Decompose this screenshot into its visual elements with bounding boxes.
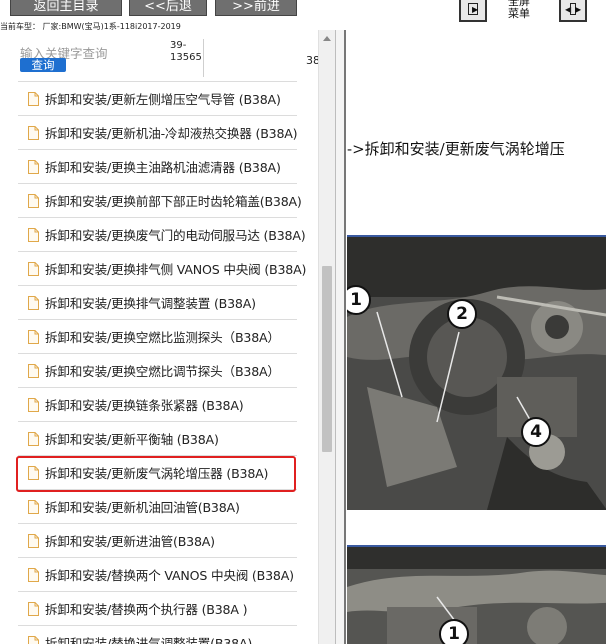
list-item[interactable]: 拆卸和安装/更新左侧增压空气导管 (B38A): [18, 81, 297, 116]
scrollbar[interactable]: [318, 30, 335, 644]
document-icon: [28, 431, 39, 446]
document-icon: [28, 363, 39, 378]
full-menu-label[interactable]: 全屏 菜单: [502, 0, 536, 20]
list-item-label: 拆卸和安装/更换空燃比调节探头（B38A）: [45, 364, 280, 379]
code-label-line1: 39-: [170, 40, 187, 51]
document-icon: [28, 227, 39, 242]
list-item-label: 拆卸和安装/更新机油-冷却液热交换器 (B38A): [45, 126, 298, 141]
list-item-label: 拆卸和安装/更新平衡轴 (B38A): [45, 432, 219, 447]
back-button[interactable]: <<后退: [129, 0, 207, 16]
document-icon: [28, 91, 39, 106]
list-item-label: 拆卸和安装/更换空燃比监测探头（B38A）: [45, 330, 280, 345]
list-item-label: 拆卸和安装/更换排气调整装置 (B38A): [45, 296, 256, 311]
document-icon: [28, 261, 39, 276]
engine-photo-image: [347, 237, 606, 510]
list-item[interactable]: 拆卸和安装/更新平衡轴 (B38A): [18, 422, 297, 456]
scrollbar-thumb[interactable]: [322, 266, 332, 452]
list-item-label: 拆卸和安装/更换废气门的电动伺服马达 (B38A): [45, 228, 306, 243]
scroll-up-icon[interactable]: [323, 36, 331, 41]
car-model-info: 当前车型： 厂家:BMW(宝马)1系-118i2017-2019: [0, 22, 181, 30]
list-item-label: 拆卸和安装/更新左侧增压空气导管 (B38A): [45, 92, 281, 107]
document-icon: [28, 567, 39, 582]
procedure-list: 拆卸和安装/更新左侧增压空气导管 (B38A) 拆卸和安装/更新机油-冷却液热交换…: [16, 81, 318, 644]
list-item[interactable]: 拆卸和安装/更新机油-冷却液热交换器 (B38A): [18, 116, 298, 150]
home-button[interactable]: 返回主目录: [10, 0, 122, 16]
list-item[interactable]: 拆卸和安装/更换空燃比调节探头（B38A）: [18, 354, 297, 388]
list-item[interactable]: 拆卸和安装/更新机油回油管(B38A): [18, 490, 297, 524]
list-item[interactable]: 拆卸和安装/更新进油管(B38A): [18, 524, 297, 558]
document-title: ->拆卸和安装/更新废气涡轮增压: [347, 140, 565, 158]
search-area: 输入关键字查询 查询 39- 13565 38: [0, 30, 320, 84]
list-item[interactable]: 拆卸和安装/更换排气调整装置 (B38A): [18, 286, 297, 320]
list-item-label: 拆卸和安装/替换两个执行器 (B38A ): [45, 602, 248, 617]
document-icon: [28, 465, 39, 480]
list-item[interactable]: 拆卸和安装/更换主油路机油滤清器 (B38A): [18, 150, 297, 184]
pane-splitter[interactable]: [335, 30, 346, 644]
expand-pane-button[interactable]: ▶: [459, 0, 487, 22]
document-icon: [28, 635, 39, 644]
list-item-label: 拆卸和安装/替换两个 VANOS 中央阀 (B38A): [45, 568, 294, 583]
list-item[interactable]: 拆卸和安装/更换废气门的电动伺服马达 (B38A): [18, 218, 306, 252]
detail-photo: 1: [347, 545, 606, 644]
toolbar: 返回主目录 <<后退 >>前进 ▶ 全屏 菜单 ◀ ▶ 当前车型： 厂家:BMW…: [0, 0, 606, 30]
list-item[interactable]: 拆卸和安装/替换两个 VANOS 中央阀 (B38A): [18, 558, 297, 592]
code-label: 39- 13565: [170, 40, 202, 64]
procedure-list-panel: 输入关键字查询 查询 39- 13565 38 拆卸和安装/更新左侧增压空气导管…: [0, 30, 335, 644]
document-icon: [28, 533, 39, 548]
document-icon: [28, 125, 39, 140]
detail-photo-image: [347, 547, 606, 644]
list-item[interactable]: 拆卸和安装/更换链条张紧器 (B38A): [18, 388, 297, 422]
document-icon: [28, 193, 39, 208]
list-item-selected[interactable]: 拆卸和安装/更新废气涡轮增压器 (B38A): [16, 456, 297, 492]
document-icon: [28, 397, 39, 412]
document-icon: [28, 159, 39, 174]
list-item[interactable]: 拆卸和安装/更换空燃比监测探头（B38A）: [18, 320, 297, 354]
list-item-label: 拆卸和安装/替换进气调整装置(B38A): [45, 636, 253, 644]
list-item[interactable]: 拆卸和安装/更换前部下部正时齿轮箱盖(B38A): [18, 184, 302, 218]
list-item-label: 拆卸和安装/更换前部下部正时齿轮箱盖(B38A): [45, 194, 302, 209]
divider: [203, 39, 204, 77]
list-item[interactable]: 拆卸和安装/替换两个执行器 (B38A ): [18, 592, 297, 626]
arrow-right-icon: ▶: [472, 5, 479, 14]
list-item[interactable]: 拆卸和安装/替换进气调整装置(B38A): [18, 626, 297, 644]
list-item[interactable]: 拆卸和安装/更换排气侧 VANOS 中央阀 (B38A): [18, 252, 306, 286]
engine-photo: 1 2 4: [347, 235, 606, 510]
callout-2: 2: [447, 299, 477, 329]
list-item-label: 拆卸和安装/更换主油路机油滤清器 (B38A): [45, 160, 281, 175]
arrow-right-icon: ▶: [575, 5, 582, 14]
collapse-pane-button[interactable]: ◀ ▶: [559, 0, 587, 22]
list-item-label: 拆卸和安装/更换排气侧 VANOS 中央阀 (B38A): [45, 262, 307, 277]
document-icon: [28, 601, 39, 616]
list-item-label: 拆卸和安装/更换链条张紧器 (B38A): [45, 398, 244, 413]
document-icon: [28, 329, 39, 344]
list-item-label: 拆卸和安装/更新废气涡轮增压器 (B38A): [45, 466, 269, 481]
callout-1: 1: [439, 619, 469, 644]
full-menu-label-line2: 菜单: [508, 7, 530, 20]
document-view: ->拆卸和安装/更新废气涡轮增压 1 2 4 1: [335, 30, 606, 644]
callout-4: 4: [521, 417, 551, 447]
search-button[interactable]: 查询: [20, 58, 66, 72]
forward-button[interactable]: >>前进: [215, 0, 297, 16]
list-item-label: 拆卸和安装/更新机油回油管(B38A): [45, 500, 240, 515]
document-icon: [28, 499, 39, 514]
list-item-label: 拆卸和安装/更新进油管(B38A): [45, 534, 215, 549]
code-label-line2: 13565: [170, 52, 202, 63]
document-icon: [28, 295, 39, 310]
